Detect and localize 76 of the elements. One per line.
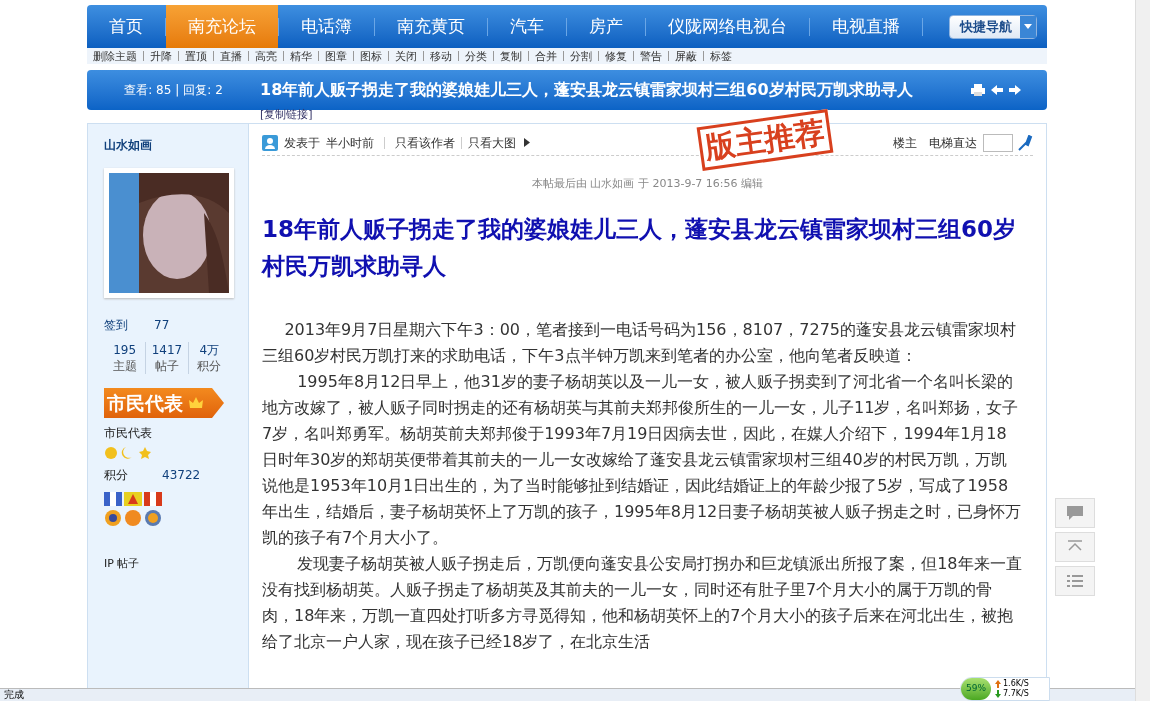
large-images-link[interactable]: 只看大图 — [468, 133, 516, 152]
comment-button[interactable] — [1055, 498, 1095, 528]
moderator-tool-link[interactable]: 高亮 — [249, 50, 283, 62]
jump-icon[interactable] — [1017, 134, 1033, 151]
nav-tab[interactable]: 首页 — [87, 5, 165, 48]
nav-tab[interactable]: 电视直播 — [810, 5, 922, 48]
download-speed: 7.7K/S — [1003, 689, 1029, 699]
nav-tab[interactable]: 仪陇网络电视台 — [646, 5, 809, 48]
author-name[interactable]: 山水如画 — [104, 136, 248, 154]
edit-note: 本帖最后由 山水如画 于 2013-9-7 16:56 编辑 — [530, 176, 765, 192]
reply-count: 回复: 2 — [183, 82, 223, 99]
article-paragraph: 发现妻子杨胡英被人贩子拐走后，万凯便向蓬安县公安局打拐办和巨龙镇派出所报了案，但18年来一直没有找到杨胡英。人贩子拐走了杨胡英及其前夫的一儿一女，同时还有肚子里7个月大小的属于万凯的骨肉，18年来，万凯一直四处打听多方寻觅得知，他和杨胡英怀上的7个月大小的孩子后来在河北出生，被抱给了北京一户人家，现在孩子已经18岁了，在北京生活 — [262, 552, 1022, 653]
caret-icon — [1024, 24, 1032, 29]
nav-tab[interactable]: 房产 — [567, 5, 645, 48]
status-text: 完成 — [4, 690, 24, 700]
rank-badge: 市民代表 — [104, 388, 224, 418]
moderator-tool-link[interactable]: 标签 — [704, 50, 738, 62]
download-arrow-icon — [995, 690, 1001, 698]
jump-label: 电梯直达 — [929, 134, 977, 152]
moderator-tool-link[interactable]: 分割 — [564, 50, 598, 62]
article-paragraph: 2013年9月7日星期六下午3：00，笔者接到一电话号码为156，8107，7275的蓬安县龙云镇雷家坝村三组60岁村民万凯打来的求助电话，下午3点半钟万凯来到笔者的办公室，他向笔者反映道： — [262, 318, 1017, 367]
crown-icon — [189, 397, 203, 409]
upload-arrow-icon — [995, 680, 1001, 688]
moderator-tool-link[interactable]: 删除主题 — [87, 50, 143, 62]
posted-label: 发表于 — [284, 134, 320, 152]
moderator-tool-link[interactable]: 关闭 — [389, 50, 423, 62]
stat-label: 主题 — [112, 358, 137, 374]
nav-tab[interactable]: 电话簿 — [279, 5, 374, 48]
separator: | — [175, 82, 180, 99]
ip-posts-label: IP 帖子 — [104, 556, 141, 572]
moderator-tool-link[interactable]: 合并 — [529, 50, 563, 62]
moderator-tool-link[interactable]: 警告 — [634, 50, 668, 62]
rank-title: 市民代表 — [104, 425, 153, 442]
medals-drawing — [104, 492, 164, 528]
thread-title: 18年前人贩子拐走了我的婆娘娃儿三人，蓬安县龙云镇雷家坝村三组60岁村民万凯求助寻人 — [260, 79, 913, 101]
stat-label: 积分 — [197, 358, 222, 374]
view-count: 查看: 85 — [124, 82, 172, 99]
moderator-tool-link[interactable]: 直播 — [214, 50, 248, 62]
moderator-tool-link[interactable]: 复制 — [494, 50, 528, 62]
moderator-tool-link[interactable]: 屏蔽 — [669, 50, 703, 62]
floor-input[interactable] — [983, 133, 1013, 152]
comment-icon — [1066, 505, 1084, 521]
stat-value: 195 — [113, 342, 137, 358]
moderator-tool-link[interactable]: 升降 — [144, 50, 178, 62]
play-icon — [524, 138, 530, 147]
checkin-value: 77 — [154, 317, 170, 334]
floor-label: 楼主 — [893, 134, 917, 152]
next-arrow-icon[interactable] — [1009, 84, 1021, 96]
print-icon[interactable] — [971, 84, 985, 96]
post-title: 18年前人贩子拐走了我的婆娘娃儿三人，蓬安县龙云镇雷家坝村三组60岁村民万凯求助寻人 — [262, 214, 1017, 281]
author-only-link[interactable]: 只看该作者 — [395, 133, 455, 152]
points-label: 积分 — [104, 467, 128, 484]
moderator-tool-link[interactable]: 图标 — [354, 50, 388, 62]
posted-time: 半小时前 — [326, 134, 374, 152]
level-icons-drawing — [104, 446, 152, 460]
list-button[interactable] — [1055, 566, 1095, 596]
stat-value: 1417 — [151, 342, 183, 358]
moderator-tool-link[interactable]: 移动 — [424, 50, 458, 62]
nav-tab[interactable]: 汽车 — [488, 5, 566, 48]
moderator-tool-link[interactable]: 图章 — [319, 50, 353, 62]
user-icon — [262, 134, 278, 151]
upload-speed: 1.6K/S — [1003, 679, 1029, 689]
stat-value: 4万 — [199, 342, 220, 358]
stat-label: 帖子 — [155, 358, 179, 374]
moderator-tool-link[interactable]: 精华 — [284, 50, 318, 62]
moderator-tool-link[interactable]: 修复 — [599, 50, 633, 62]
checkin-label: 签到 — [104, 317, 128, 334]
quick-nav-button[interactable]: 快捷导航 — [949, 14, 1037, 39]
points-value: 43722 — [162, 467, 201, 484]
article-paragraph: 1995年8月12日早上，他31岁的妻子杨胡英以及一儿一女，被人贩子拐卖到了河北省一个名叫长梁的地方改嫁了，被人贩子同时拐走的还有杨胡英与其前夫郑邦俊所生的一儿一女，儿子11岁，名叫郑扬，女子7岁，名叫郑勇军。杨胡英前夫郑邦俊于1993年7月19日因病去世，因此，在媒人介绍下，1994年1月18日时年30岁的郑胡英便带着其前夫的一儿一女改嫁给了蓬安县龙云镇雷家坝村三组40岁的村民万凯，万凯说他是1953年10月1日出生的，为了当时能够扯到结婚证，因此结婚证上的年龄少报了5岁，写成了1958年出生，结婚后，妻子杨胡英怀上了万凯的孩子，1995年8月12日妻子杨胡英被人贩子拐走之时，已身怀万凯的孩子有7个月大小了。 — [262, 370, 1022, 549]
nav-tab[interactable]: 南充黄页 — [375, 5, 487, 48]
moderator-tool-link[interactable]: 分类 — [459, 50, 493, 62]
moderator-tool-link[interactable]: 置顶 — [179, 50, 213, 62]
network-load: 59% — [961, 678, 991, 700]
list-icon — [1067, 575, 1083, 587]
previous-arrow-icon[interactable] — [991, 84, 1003, 96]
